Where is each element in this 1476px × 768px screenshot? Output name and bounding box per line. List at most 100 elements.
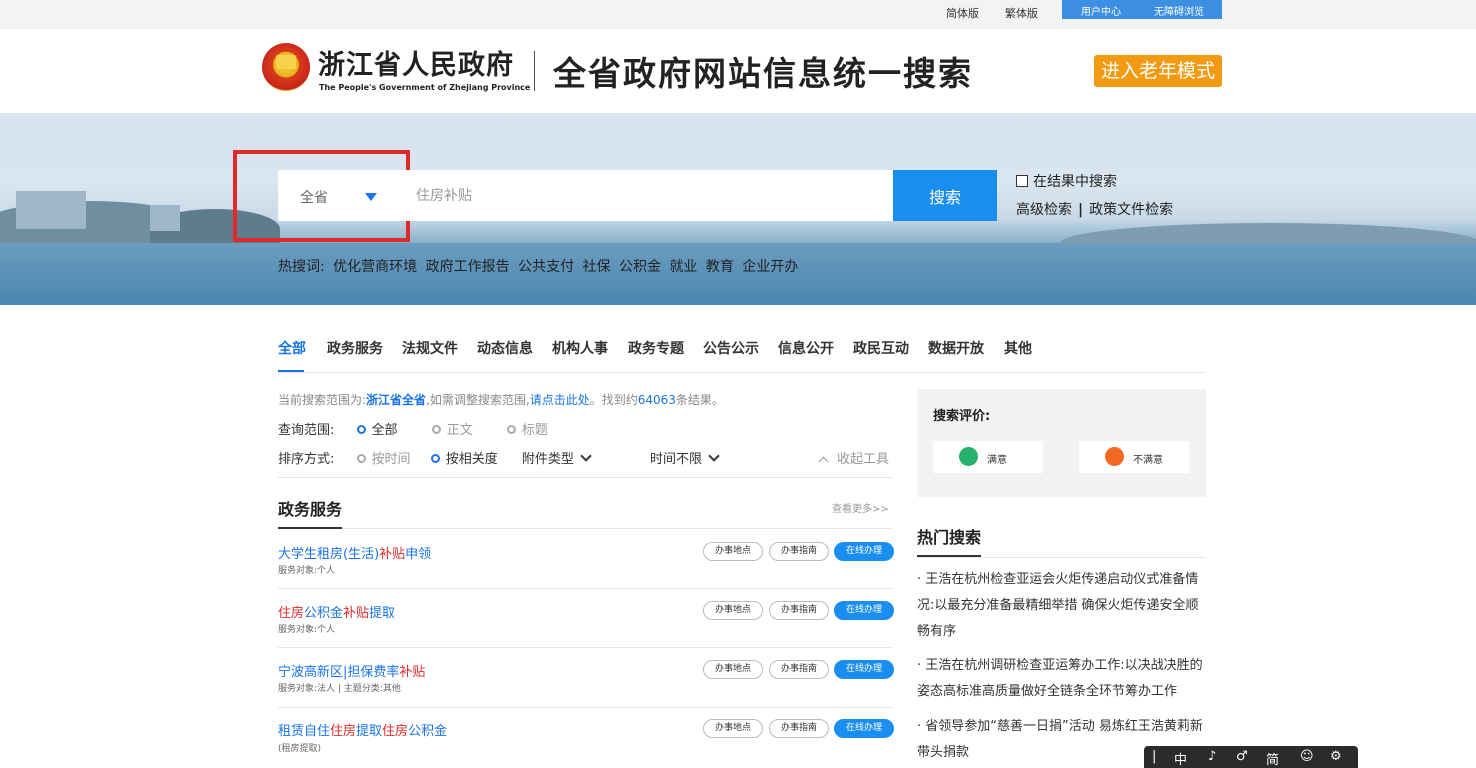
section-divider <box>278 528 893 529</box>
search-in-result-checkbox[interactable]: 在结果中搜索 <box>1016 171 1117 191</box>
chevron-down-icon <box>580 450 592 462</box>
info-suffix: 。找到约 <box>589 393 638 407</box>
tab-announcements[interactable]: 公告公示 <box>703 338 759 358</box>
guide-button[interactable]: 办事指南 <box>769 601 829 620</box>
filter-divider <box>278 477 893 478</box>
satisfied-label: 满意 <box>987 455 1007 466</box>
result-subtitle: 服务对象:个人 <box>278 625 336 635</box>
range-option-all[interactable]: 全部 <box>356 423 398 438</box>
hot-word[interactable]: 教育 <box>706 259 734 275</box>
row-divider <box>278 588 893 589</box>
hot-word[interactable]: 公共支付 <box>518 259 574 275</box>
hot-word[interactable]: 企业开办 <box>742 259 798 275</box>
hot-word[interactable]: 优化营商环境 <box>333 259 417 275</box>
tab-personnel[interactable]: 机构人事 <box>552 338 608 358</box>
title-highlight: 住房 <box>278 606 305 621</box>
location-button[interactable]: 办事地点 <box>703 660 763 679</box>
location-button[interactable]: 办事地点 <box>703 719 763 738</box>
location-button[interactable]: 办事地点 <box>703 542 763 561</box>
online-apply-button[interactable]: 在线办理 <box>834 719 894 738</box>
collapse-tools-button[interactable]: 收起工具 <box>818 448 890 467</box>
guide-button[interactable]: 办事指南 <box>769 660 829 679</box>
change-scope-link[interactable]: 请点击此处 <box>530 393 590 407</box>
advanced-search-link[interactable]: 高级检索 <box>1016 202 1072 218</box>
collapse-tools-label: 收起工具 <box>837 452 890 467</box>
range-option-label: 全部 <box>371 423 398 438</box>
time-range-dropdown[interactable]: 时间不限 <box>650 450 720 467</box>
info-suffix: 条结果。 <box>675 393 724 407</box>
range-option-body[interactable]: 正文 <box>431 423 473 438</box>
hot-search-item[interactable]: · 王浩在杭州检查亚运会火炬传递启动仪式准备情况:以最充分准备最精细举措 确保火… <box>917 567 1207 645</box>
elder-mode-button[interactable]: 进入老年模式 <box>1094 55 1222 87</box>
tab-open-data[interactable]: 数据开放 <box>928 338 984 358</box>
evaluation-title: 搜索评价: <box>933 409 991 424</box>
result-subtitle: 服务对象:法人 | 主题分类:其他 <box>278 684 401 694</box>
tab-regulations[interactable]: 法规文件 <box>402 338 458 358</box>
hot-word[interactable]: 政府工作报告 <box>426 259 510 275</box>
title-highlight: 补贴 <box>379 547 406 562</box>
hot-search-underline <box>917 555 981 557</box>
hot-words: 热搜词: 优化营商环境 政府工作报告 公共支付 社保 公积金 就业 教育 企业开… <box>278 256 802 276</box>
online-apply-button[interactable]: 在线办理 <box>834 601 894 620</box>
unsatisfied-button[interactable]: 不满意 <box>1079 441 1189 473</box>
range-option-label: 正文 <box>446 423 473 438</box>
guide-button[interactable]: 办事指南 <box>769 719 829 738</box>
tab-interaction[interactable]: 政民互动 <box>853 338 909 358</box>
guide-button[interactable]: 办事指南 <box>769 542 829 561</box>
simplified-link[interactable]: 简体版 <box>946 5 979 21</box>
traditional-link[interactable]: 繁体版 <box>1005 5 1038 21</box>
search-button[interactable]: 搜索 <box>893 170 997 221</box>
policy-search-link[interactable]: 政策文件检索 <box>1089 202 1173 218</box>
online-apply-button[interactable]: 在线办理 <box>834 660 894 679</box>
title-text: 租赁自住 <box>278 724 331 739</box>
user-center-link[interactable]: 用户中心 <box>1081 3 1121 18</box>
info-scope: 浙江省全省 <box>366 393 427 407</box>
tab-all[interactable]: 全部 <box>278 338 306 358</box>
logo-title[interactable]: 浙江省人民政府 <box>318 43 514 82</box>
tab-disclosure[interactable]: 信息公开 <box>778 338 834 358</box>
radio-icon <box>431 425 441 434</box>
chinese-input-icon[interactable]: 中 <box>1174 749 1187 768</box>
tab-topics[interactable]: 政务专题 <box>628 338 684 358</box>
hot-search-item[interactable]: · 王浩在杭州调研检查亚运筹办工作:以决战决胜的姿态高标准高质量做好全链条全环节… <box>917 653 1207 705</box>
satisfied-button[interactable]: 满意 <box>933 441 1043 473</box>
section-title: 政务服务 <box>278 500 343 519</box>
banner-building <box>16 191 86 229</box>
result-title[interactable]: 大学生租房(生活)补贴申领 <box>278 543 431 562</box>
range-filter: 查询范围: 全部 正文 标题 <box>278 419 548 438</box>
range-filter-label: 查询范围: <box>278 423 335 438</box>
accessible-link[interactable]: 无障碍浏览 <box>1154 3 1204 18</box>
sort-option-label: 按时间 <box>371 452 411 467</box>
tab-gov-service[interactable]: 政务服务 <box>327 338 383 358</box>
search-scope-info: 当前搜索范围为:浙江省全省,如需调整搜索范围,请点击此处。找到约64063条结果… <box>278 391 724 408</box>
link-separator: | <box>1078 202 1084 218</box>
title-text: 宁波高新区|担保费率 <box>278 665 400 680</box>
search-input[interactable] <box>398 170 893 221</box>
checkbox-icon[interactable] <box>1016 175 1028 187</box>
hot-search-divider <box>917 557 1206 558</box>
result-title[interactable]: 住房公积金补贴提取 <box>278 602 395 621</box>
tab-news[interactable]: 动态信息 <box>477 338 533 358</box>
result-count: 64063 <box>637 393 676 407</box>
info-mid: ,如需调整搜索范围, <box>426 393 530 407</box>
view-more-link[interactable]: 查看更多>> <box>832 500 889 515</box>
hot-word[interactable]: 社保 <box>583 259 611 275</box>
result-title[interactable]: 宁波高新区|担保费率补贴 <box>278 661 425 680</box>
sort-option-time[interactable]: 按时间 <box>356 452 411 467</box>
hot-word[interactable]: 就业 <box>669 259 697 275</box>
sort-option-relevance[interactable]: 按相关度 <box>430 452 498 467</box>
tab-other[interactable]: 其他 <box>1004 338 1032 358</box>
simplified-icon[interactable]: 简 <box>1266 749 1279 768</box>
scope-dropdown[interactable]: 全省 <box>278 170 398 221</box>
category-tabs: 全部 政务服务 法规文件 动态信息 机构人事 政务专题 公告公示 信息公开 政民… <box>278 338 1206 373</box>
location-button[interactable]: 办事地点 <box>703 601 763 620</box>
attachment-type-label: 附件类型 <box>521 452 574 467</box>
online-apply-button[interactable]: 在线办理 <box>834 542 894 561</box>
hot-word[interactable]: 公积金 <box>619 259 661 275</box>
title-text: 大学生租房(生活) <box>278 547 380 562</box>
result-title[interactable]: 租赁自住住房提取住房公积金 <box>278 720 447 739</box>
sort-option-label: 按相关度 <box>445 452 498 467</box>
range-option-title[interactable]: 标题 <box>506 423 548 438</box>
title-highlight: 住房 <box>330 724 357 739</box>
attachment-type-dropdown[interactable]: 附件类型 <box>521 450 592 467</box>
